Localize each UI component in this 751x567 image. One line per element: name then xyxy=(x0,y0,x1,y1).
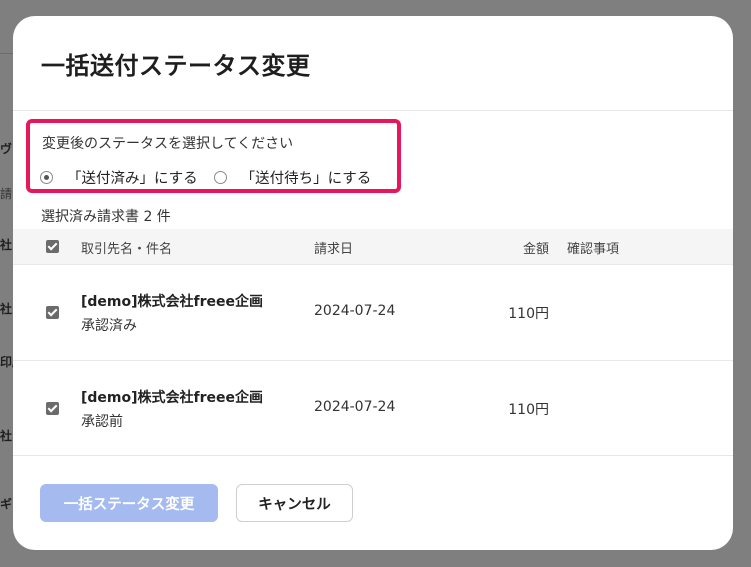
invoice-table: 取引先名・件名 請求日 金額 確認事項 [demo]株式会社freee企画 承認… xyxy=(13,229,733,456)
select-all-checkbox[interactable] xyxy=(46,240,59,253)
background-text: 社 xyxy=(0,302,13,316)
background-text: 印刷 xyxy=(0,355,14,369)
header-confirm: 確認事項 xyxy=(567,242,620,257)
row-approval-status: 承認済み xyxy=(81,318,137,334)
table-row: [demo]株式会社freee企画 承認前 2024-07-24 110円 xyxy=(13,360,733,456)
selected-invoice-count: 選択済み請求書 2 件 xyxy=(41,209,171,225)
radio-option-sent[interactable]: 「送付済み」にする xyxy=(40,167,198,188)
status-radio-group: 「送付済み」にする 「送付待ち」にする xyxy=(40,167,371,188)
background-text: 社 xyxy=(0,429,13,443)
footer-divider xyxy=(13,455,733,456)
radio-sent[interactable] xyxy=(40,171,53,184)
background-text: ヴ xyxy=(0,142,13,156)
row-checkbox[interactable] xyxy=(46,306,59,319)
radio-pending-label: 「送付待ち」にする xyxy=(240,171,372,187)
cancel-button[interactable]: キャンセル xyxy=(236,484,353,522)
background-text: ギ xyxy=(0,497,13,511)
radio-sent-label: 「送付済み」にする xyxy=(67,171,198,187)
row-client-name: [demo]株式会社freee企画 xyxy=(81,294,263,310)
background-text: 請 xyxy=(0,187,13,201)
bulk-status-change-button[interactable]: 一括ステータス変更 xyxy=(40,484,218,522)
table-row: [demo]株式会社freee企画 承認済み 2024-07-24 110円 xyxy=(13,264,733,360)
row-invoice-date: 2024-07-24 xyxy=(314,303,396,319)
header-amount: 金額 xyxy=(522,242,549,257)
row-amount: 110円 xyxy=(508,306,549,322)
header-date: 請求日 xyxy=(314,242,354,257)
row-client-name: [demo]株式会社freee企画 xyxy=(81,390,263,406)
row-amount: 110円 xyxy=(508,402,549,418)
header-divider xyxy=(13,110,733,111)
table-header: 取引先名・件名 請求日 金額 確認事項 xyxy=(13,229,733,264)
modal-title: 一括送付ステータス変更 xyxy=(41,52,311,80)
radio-pending[interactable] xyxy=(213,171,227,184)
row-approval-status: 承認前 xyxy=(81,414,123,430)
row-invoice-date: 2024-07-24 xyxy=(314,399,396,415)
bulk-status-modal: 一括送付ステータス変更 変更後のステータスを選択してください 「送付済み」にする… xyxy=(13,16,733,550)
background-divider xyxy=(0,53,14,54)
status-selection-box: 変更後のステータスを選択してください 「送付済み」にする 「送付待ち」にする xyxy=(26,119,401,193)
row-checkbox[interactable] xyxy=(46,402,59,415)
radio-option-pending[interactable]: 「送付待ち」にする xyxy=(213,167,372,188)
status-prompt: 変更後のステータスを選択してください xyxy=(42,136,294,152)
header-name: 取引先名・件名 xyxy=(81,242,173,257)
background-text: 社 xyxy=(0,238,13,252)
